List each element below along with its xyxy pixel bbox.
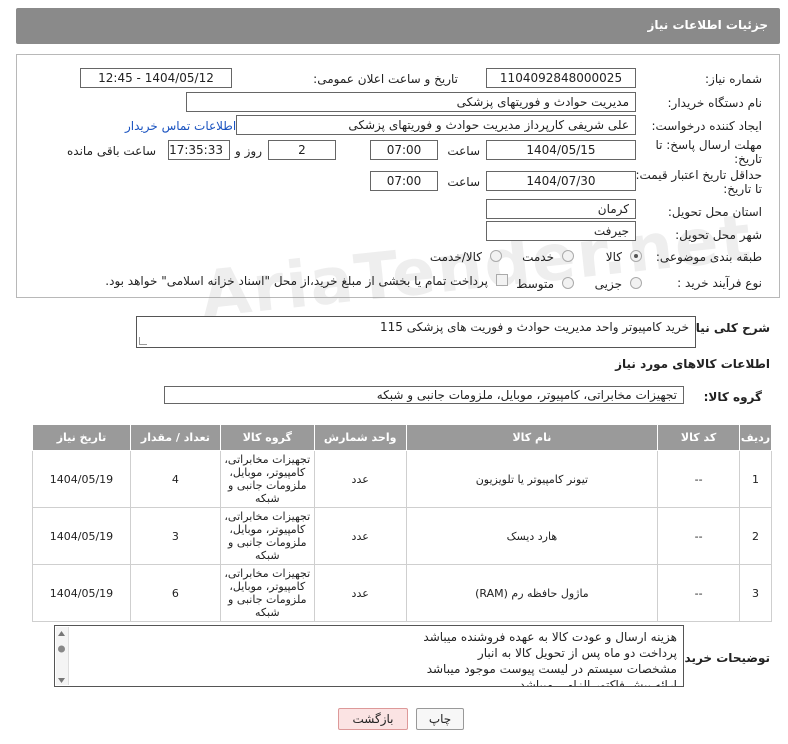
deadline-label-1: مهلت ارسال پاسخ: تا xyxy=(655,138,762,152)
creator-label: ایجاد کننده درخواست: xyxy=(651,119,762,133)
price-validity-label-1: حداقل تاریخ اعتبار قیمت: xyxy=(635,168,762,182)
category-radio-goods-service[interactable] xyxy=(490,250,502,262)
days-field: 2 xyxy=(268,140,336,160)
cell-qty: 6 xyxy=(129,564,221,622)
deadline-time-field: 07:00 xyxy=(370,140,438,160)
col-header-group: گروه کالا xyxy=(219,424,315,451)
goods-table: ردیف کد کالا نام کالا واحد شمارش گروه کا… xyxy=(32,424,772,622)
cell-unit: عدد xyxy=(313,564,407,622)
cell-unit: عدد xyxy=(313,507,407,565)
table-header-row: ردیف کد کالا نام کالا واحد شمارش گروه کا… xyxy=(32,424,772,451)
cell-date: 1404/05/19 xyxy=(32,450,131,508)
buyer-org-label: نام دستگاه خریدار: xyxy=(667,96,763,110)
price-validity-time-label: ساعت xyxy=(447,175,480,189)
contact-info-link[interactable]: اطلاعات تماس خریدار xyxy=(125,119,236,133)
resize-grip-icon[interactable] xyxy=(139,337,147,345)
need-number-label: شماره نیاز: xyxy=(705,72,762,86)
scroll-arrows-icon xyxy=(58,631,65,683)
category-option-service: خدمت xyxy=(522,250,554,264)
remaining-time-field: 17:35:33 xyxy=(168,140,230,160)
col-header-qty: تعداد / مقدار xyxy=(129,424,221,451)
deadline-label-2: تاریخ: xyxy=(734,152,762,166)
remaining-time-label: ساعت باقی مانده xyxy=(67,144,157,158)
cell-code: -- xyxy=(657,564,741,622)
goods-group-field: تجهیزات مخابراتی، کامپیوتر، موبایل، ملزو… xyxy=(164,386,684,404)
treasury-note: پرداخت تمام یا بخشی از مبلغ خرید،از محل … xyxy=(105,274,488,288)
cell-unit: عدد xyxy=(313,450,407,508)
cell-group: تجهیزات مخابراتی، کامپیوتر، موبایل، ملزو… xyxy=(219,564,315,622)
city-label: شهر محل تحویل: xyxy=(675,228,762,242)
col-header-code: کد کالا xyxy=(657,424,741,451)
goods-group-label: گروه کالا: xyxy=(703,390,762,404)
page-title: جزئیات اطلاعات نیاز xyxy=(647,18,768,32)
announce-field: 1404/05/12 - 12:45 xyxy=(80,68,232,88)
category-radio-service[interactable] xyxy=(562,250,574,262)
category-label: طبقه بندی موضوعی: xyxy=(655,250,762,264)
table-row: 2 -- هارد دیسک عدد تجهیزات مخابراتی، کام… xyxy=(32,507,772,565)
notes-line: هزینه ارسال و عودت کالا به عهده فروشنده … xyxy=(423,630,677,644)
price-validity-time-field: 07:00 xyxy=(370,171,438,191)
category-radio-goods[interactable] xyxy=(630,250,642,262)
process-radio-partial[interactable] xyxy=(630,277,642,289)
price-validity-label-2: تا تاریخ: xyxy=(723,182,762,196)
province-label: استان محل تحویل: xyxy=(667,205,762,219)
deadline-time-label: ساعت xyxy=(447,144,480,158)
table-row: 1 -- تیونر کامپیوتر یا تلویزیون عدد تجهی… xyxy=(32,450,772,508)
col-header-row: ردیف xyxy=(739,424,772,451)
goods-section-title: اطلاعات کالاهای مورد نیاز xyxy=(615,357,770,371)
cell-row: 3 xyxy=(739,564,772,622)
process-label: نوع فرآیند خرید : xyxy=(677,276,762,290)
category-option-goods: کالا xyxy=(605,250,622,264)
description-label: شرح کلی نیاز: xyxy=(684,321,770,335)
cell-row: 1 xyxy=(739,450,772,508)
city-field: جیرفت xyxy=(486,221,636,241)
process-option-partial: جزیی xyxy=(594,277,622,291)
price-validity-date-field: 1404/07/30 xyxy=(486,171,636,191)
cell-qty: 3 xyxy=(129,507,221,565)
creator-field: علی شریفی کارپرداز مدیریت حوادث و فوریته… xyxy=(236,115,636,135)
cell-code: -- xyxy=(657,450,741,508)
notes-line: پرداخت دو ماه پس از تحویل کالا به انبار xyxy=(477,646,677,660)
cell-date: 1404/05/19 xyxy=(32,507,131,565)
cell-name: تیونر کامپیوتر یا تلویزیون xyxy=(405,450,659,508)
print-button[interactable]: چاپ xyxy=(416,708,464,730)
col-header-date: تاریخ نیاز xyxy=(32,424,131,451)
cell-row: 2 xyxy=(739,507,772,565)
notes-scrollbar[interactable] xyxy=(56,627,69,685)
cell-qty: 4 xyxy=(129,450,221,508)
province-field: کرمان xyxy=(486,199,636,219)
buyer-org-field: مدیریت حوادث و فوریتهای پزشکی xyxy=(186,92,636,112)
col-header-unit: واحد شمارش xyxy=(313,424,407,451)
notes-line: مشخصات سیستم در لیست پیوست موجود میباشد xyxy=(426,662,677,676)
back-button[interactable]: بازگشت xyxy=(338,708,408,730)
process-option-medium: متوسط xyxy=(516,277,554,291)
cell-code: -- xyxy=(657,507,741,565)
treasury-checkbox[interactable] xyxy=(496,274,508,286)
process-radio-medium[interactable] xyxy=(562,277,574,289)
deadline-date-field: 1404/05/15 xyxy=(486,140,636,160)
need-number-field: 1104092848000025 xyxy=(486,68,636,88)
notes-textarea[interactable]: هزینه ارسال و عودت کالا به عهده فروشنده … xyxy=(54,625,684,687)
description-textarea[interactable]: خرید کامپیوتر واحد مدیریت حوادث و فوریت … xyxy=(136,316,696,348)
cell-group: تجهیزات مخابراتی، کامپیوتر، موبایل، ملزو… xyxy=(219,450,315,508)
category-option-goods-service: کالا/خدمت xyxy=(429,250,482,264)
page-header: جزئیات اطلاعات نیاز xyxy=(16,8,780,44)
table-row: 3 -- ماژول حافظه رم (RAM) عدد تجهیزات مخ… xyxy=(32,564,772,622)
cell-date: 1404/05/19 xyxy=(32,564,131,622)
announce-label: تاریخ و ساعت اعلان عمومی: xyxy=(313,72,458,86)
col-header-name: نام کالا xyxy=(405,424,659,451)
cell-name: هارد دیسک xyxy=(405,507,659,565)
notes-line: ارائه پیش فاکتور الزامی میباشد xyxy=(519,678,677,687)
cell-name: ماژول حافظه رم (RAM) xyxy=(405,564,659,622)
description-text: خرید کامپیوتر واحد مدیریت حوادث و فوریت … xyxy=(379,320,689,334)
days-label: روز و xyxy=(235,144,262,158)
cell-group: تجهیزات مخابراتی، کامپیوتر، موبایل، ملزو… xyxy=(219,507,315,565)
